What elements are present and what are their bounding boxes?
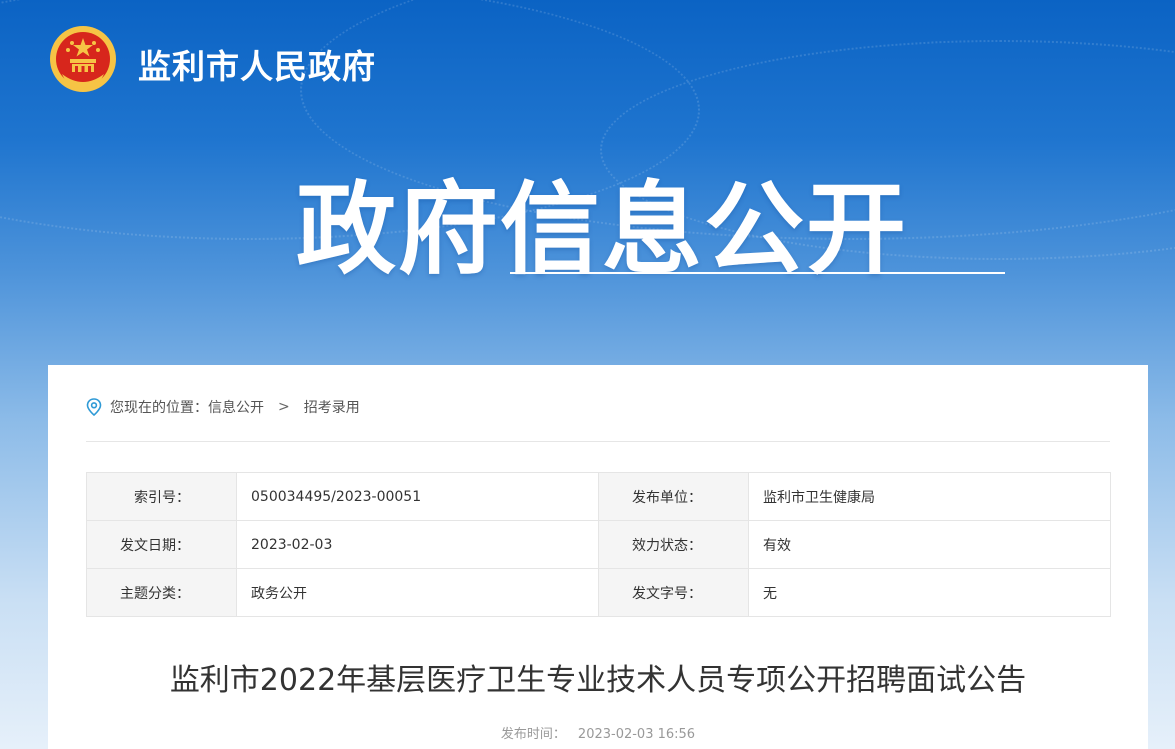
publish-time: 发布时间： 2023-02-03 16:56 [48,723,1148,742]
publish-time-label: 发布时间： [500,727,566,742]
content-panel: 您现在的位置： 信息公开 > 招考录用 索引号： 050034495/2023-… [48,365,1148,749]
breadcrumb-separator: > [278,399,290,415]
location-pin-icon [86,398,102,417]
publisher-label: 发布单位： [598,472,749,521]
topic-category-value: 政务公开 [236,568,599,617]
banner-title-underline [510,272,1005,274]
validity-status-label: 效力状态： [598,520,749,569]
validity-status-value: 有效 [748,520,1111,569]
publisher-value: 监利市卫生健康局 [748,472,1111,521]
article-title: 监利市2022年基层医疗卫生专业技术人员专项公开招聘面试公告 [169,663,1027,698]
breadcrumb: 您现在的位置： 信息公开 > 招考录用 [86,395,360,419]
publish-time-value: 2023-02-03 16:56 [577,727,696,742]
document-number-value: 无 [748,568,1111,617]
table-row: 主题分类： 政务公开 发文字号： 无 [86,568,1111,617]
issue-date-label: 发文日期： [86,520,237,569]
breadcrumb-item-info-disclosure[interactable]: 信息公开 [208,397,264,417]
header-banner: 监利市人民政府 政府信息公开 [0,0,1175,365]
breadcrumb-prefix: 您现在的位置： [110,400,208,416]
breadcrumb-divider [86,441,1110,442]
breadcrumb-item-recruitment[interactable]: 招考录用 [304,397,360,417]
topic-category-label: 主题分类： [86,568,237,617]
index-number-value: 050034495/2023-00051 [236,472,599,521]
table-row: 发文日期： 2023-02-03 效力状态： 有效 [86,520,1111,569]
table-row: 索引号： 050034495/2023-00051 发布单位： 监利市卫生健康局 [86,472,1111,521]
issue-date-value: 2023-02-03 [236,520,599,569]
document-number-label: 发文字号： [598,568,749,617]
index-number-label: 索引号： [86,472,237,521]
site-title[interactable]: 监利市人民政府 [138,40,376,88]
document-meta-table: 索引号： 050034495/2023-00051 发布单位： 监利市卫生健康局… [86,472,1111,617]
national-emblem-icon[interactable] [48,24,118,94]
